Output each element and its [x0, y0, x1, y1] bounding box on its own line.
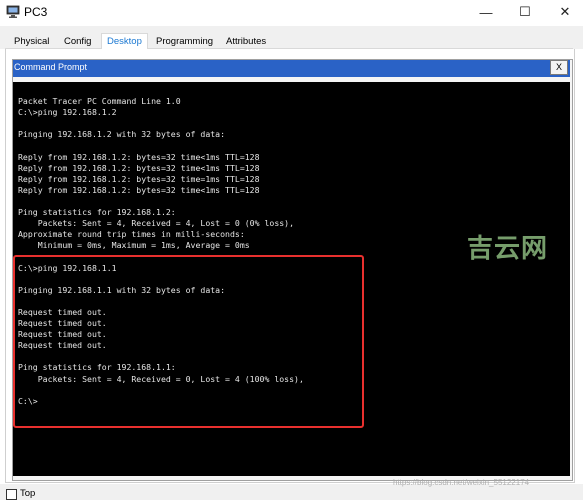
terminal-line: Reply from 192.168.1.2: bytes=32 time<1m… [18, 151, 260, 162]
command-prompt-titlebar [13, 60, 570, 77]
maximize-button[interactable]: ☐ [505, 0, 545, 24]
terminal-line: Approximate round trip times in milli-se… [18, 229, 245, 240]
tab-programming[interactable]: Programming [151, 34, 218, 49]
terminal-line: Reply from 192.168.1.2: bytes=32 time<1m… [18, 162, 260, 173]
terminal-line: Ping statistics for 192.168.1.2: [18, 207, 176, 217]
window-title: PC3 [24, 5, 48, 19]
terminal-line: C:\>ping 192.168.1.2 [18, 107, 117, 118]
top-checkbox[interactable] [6, 489, 17, 500]
command-prompt-title: Command Prompt [14, 62, 88, 72]
tab-physical[interactable]: Physical [9, 34, 54, 49]
pc-icon [6, 5, 20, 18]
highlight-annotation [13, 255, 364, 428]
terminal-line: Pinging 192.168.1.2 with 32 bytes of dat… [18, 129, 226, 140]
terminal-line: Packets: Sent = 4, Received = 4, Lost = … [18, 218, 295, 229]
watermark: 吉云网 [467, 233, 549, 263]
tab-attributes[interactable]: Attributes [221, 34, 271, 49]
terminal-line: Reply from 192.168.1.2: bytes=32 time=1m… [18, 173, 260, 184]
terminal-line: Reply from 192.168.1.2: bytes=32 time<1m… [18, 184, 260, 195]
terminal-line: Minimum = 0ms, Maximum = 1ms, Average = … [18, 240, 250, 251]
close-button[interactable]: ✕ [545, 0, 583, 24]
terminal-line: Packet Tracer PC Command Line 1.0 [18, 96, 181, 106]
footer-watermark: https://blog.csdn.net/weixin_55122174 [393, 478, 530, 487]
top-label: Top [20, 488, 36, 499]
minimize-button[interactable]: — [466, 0, 506, 24]
tab-desktop[interactable]: Desktop [101, 33, 148, 51]
command-prompt-close-button[interactable]: X [550, 60, 568, 75]
tab-config[interactable]: Config [59, 34, 96, 49]
